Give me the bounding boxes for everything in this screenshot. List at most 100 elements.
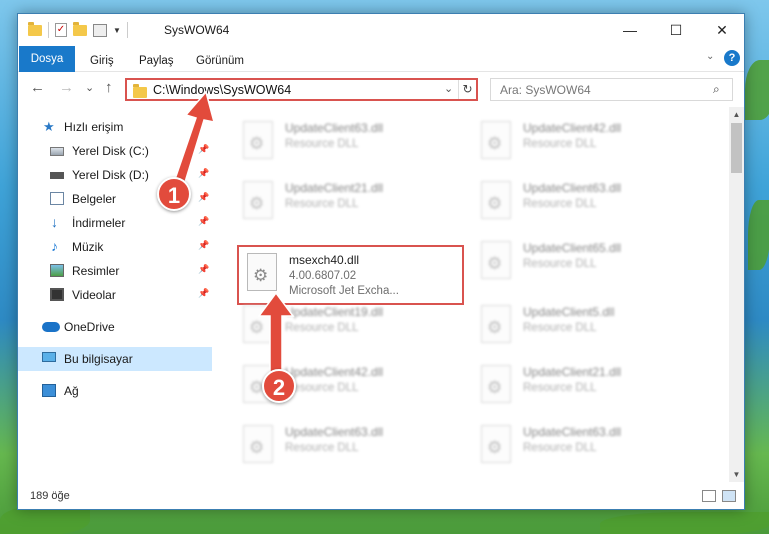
details-view-icon[interactable]	[702, 490, 716, 502]
tab-share[interactable]: Paylaş	[139, 50, 174, 72]
sidebar-item-label: Belgeler	[72, 192, 117, 206]
file-name: UpdateClient63.dll	[523, 181, 622, 195]
file-item[interactable]: UpdateClient21.dll Resource DLL	[473, 359, 697, 415]
sidebar-item-downloads[interactable]: ↓ İndirmeler 📌	[18, 211, 212, 235]
scroll-up-button[interactable]: ▲	[729, 107, 744, 122]
back-button[interactable]: ←	[30, 79, 45, 96]
dll-file-icon	[243, 181, 273, 219]
file-name: UpdateClient21.dll	[285, 181, 384, 195]
close-button[interactable]: ✕	[699, 14, 745, 46]
address-path[interactable]: C:\Windows\SysWOW64	[153, 83, 291, 97]
file-name: UpdateClient42.dll	[285, 365, 384, 379]
documents-icon	[50, 192, 64, 205]
quick-access-toolbar: ✓ ▼	[28, 21, 128, 38]
pin-icon[interactable]: 📌	[198, 144, 209, 155]
help-icon[interactable]: ?	[724, 50, 740, 66]
dll-file-icon	[481, 365, 511, 403]
file-item[interactable]: UpdateClient5.dll Resource DLL	[473, 299, 697, 355]
videos-icon	[50, 288, 64, 301]
file-name: UpdateClient63.dll	[523, 425, 622, 439]
pin-icon[interactable]: 📌	[198, 216, 209, 227]
sidebar-item-this-pc[interactable]: Bu bilgisayar	[18, 347, 212, 371]
up-button[interactable]: ↑	[105, 79, 113, 96]
refresh-icon[interactable]: ↻	[458, 80, 476, 99]
expand-ribbon-icon[interactable]: ⌄	[706, 51, 714, 62]
sidebar-item-quick-access[interactable]: ★ Hızlı erişim	[18, 115, 212, 139]
file-name: UpdateClient5.dll	[523, 305, 615, 319]
dll-file-icon	[481, 241, 511, 279]
file-name: UpdateClient42.dll	[523, 121, 622, 135]
file-item[interactable]: UpdateClient65.dll Resource DLL	[473, 235, 697, 291]
sidebar-item-label: OneDrive	[64, 320, 115, 334]
sidebar-item-onedrive[interactable]: OneDrive	[18, 315, 212, 339]
checkmark-icon[interactable]: ✓	[55, 23, 67, 37]
highlight-box	[237, 245, 464, 305]
sidebar-item-music[interactable]: ♪ Müzik 📌	[18, 235, 212, 259]
sidebar-item-label: Videolar	[72, 288, 116, 302]
file-item[interactable]: UpdateClient63.dll Resource DLL	[473, 419, 697, 475]
minimize-button[interactable]: —	[607, 14, 653, 46]
forward-button[interactable]: →	[59, 79, 74, 96]
dll-file-icon	[481, 181, 511, 219]
large-icons-view-icon[interactable]	[722, 490, 736, 502]
new-folder-icon[interactable]	[73, 21, 87, 36]
pin-icon[interactable]: 📌	[198, 168, 209, 179]
search-placeholder: Ara: SysWOW64	[500, 83, 591, 97]
file-type: Resource DLL	[523, 382, 597, 394]
step-2-badge: 2	[262, 369, 296, 403]
cloud-icon	[42, 322, 60, 332]
sidebar-item-disk-c[interactable]: Yerel Disk (C:) 📌	[18, 139, 212, 163]
file-name: UpdateClient63.dll	[285, 121, 384, 135]
file-type: Resource DLL	[523, 322, 597, 334]
item-count: 189 öğe	[30, 490, 70, 502]
pin-icon[interactable]: 📌	[198, 192, 209, 203]
file-type: Resource DLL	[285, 322, 359, 334]
scroll-thumb[interactable]	[731, 123, 742, 173]
customize-dropdown-icon[interactable]: ▼	[113, 26, 121, 35]
folder-icon	[133, 84, 147, 98]
chevron-down-icon[interactable]: ⌄	[444, 82, 453, 95]
file-item[interactable]: UpdateClient42.dll Resource DLL	[473, 115, 697, 171]
network-icon	[42, 384, 56, 397]
vertical-scrollbar[interactable]: ▲ ▼	[729, 107, 744, 482]
search-icon[interactable]: ⌕	[713, 82, 720, 97]
file-list: UpdateClient63.dll Resource DLL UpdateCl…	[213, 107, 728, 482]
file-name: UpdateClient19.dll	[285, 305, 384, 319]
maximize-button[interactable]: ☐	[653, 14, 699, 46]
address-bar[interactable]: C:\Windows\SysWOW64 ⌄ ↻	[125, 78, 478, 101]
sidebar-item-label: Resimler	[72, 264, 120, 278]
sidebar-item-label: Ağ	[64, 384, 79, 398]
properties-icon[interactable]	[93, 23, 107, 37]
tab-file[interactable]: Dosya	[19, 46, 75, 72]
file-item[interactable]: UpdateClient63.dll Resource DLL	[235, 115, 459, 171]
scroll-down-button[interactable]: ▼	[729, 467, 744, 482]
dll-file-icon	[481, 305, 511, 343]
tab-view[interactable]: Görünüm	[196, 50, 244, 72]
sidebar-item-network[interactable]: Ağ	[18, 379, 212, 403]
dll-file-icon	[481, 121, 511, 159]
pin-icon[interactable]: 📌	[198, 288, 209, 299]
sidebar-item-label: Hızlı erişim	[64, 120, 124, 134]
recent-locations-button[interactable]: ⌄	[85, 81, 94, 94]
tab-home[interactable]: Giriş	[90, 50, 114, 72]
pin-icon[interactable]: 📌	[198, 240, 209, 251]
navigation-pane: ★ Hızlı erişim Yerel Disk (C:) 📌 Yerel D…	[18, 107, 212, 482]
sidebar-item-label: Yerel Disk (D:)	[72, 168, 149, 182]
pin-icon[interactable]: 📌	[198, 264, 209, 275]
search-input[interactable]: Ara: SysWOW64 ⌕	[490, 78, 733, 101]
file-item[interactable]: UpdateClient63.dll Resource DLL	[235, 419, 459, 475]
sidebar-item-label: Yerel Disk (C:)	[72, 144, 149, 158]
sidebar-item-videos[interactable]: Videolar 📌	[18, 283, 212, 307]
file-item[interactable]: UpdateClient19.dll Resource DLL	[235, 299, 459, 355]
dll-file-icon	[243, 425, 273, 463]
file-item[interactable]: UpdateClient21.dll Resource DLL	[235, 175, 459, 231]
sidebar-item-pictures[interactable]: Resimler 📌	[18, 259, 212, 283]
status-bar: 189 öğe	[18, 484, 744, 509]
toolbar-divider	[126, 22, 128, 38]
dll-file-icon	[243, 121, 273, 159]
file-type: Resource DLL	[523, 198, 597, 210]
pictures-icon	[50, 264, 64, 277]
file-item[interactable]: UpdateClient63.dll Resource DLL	[473, 175, 697, 231]
file-type: Resource DLL	[285, 382, 359, 394]
file-type: Resource DLL	[285, 138, 359, 150]
